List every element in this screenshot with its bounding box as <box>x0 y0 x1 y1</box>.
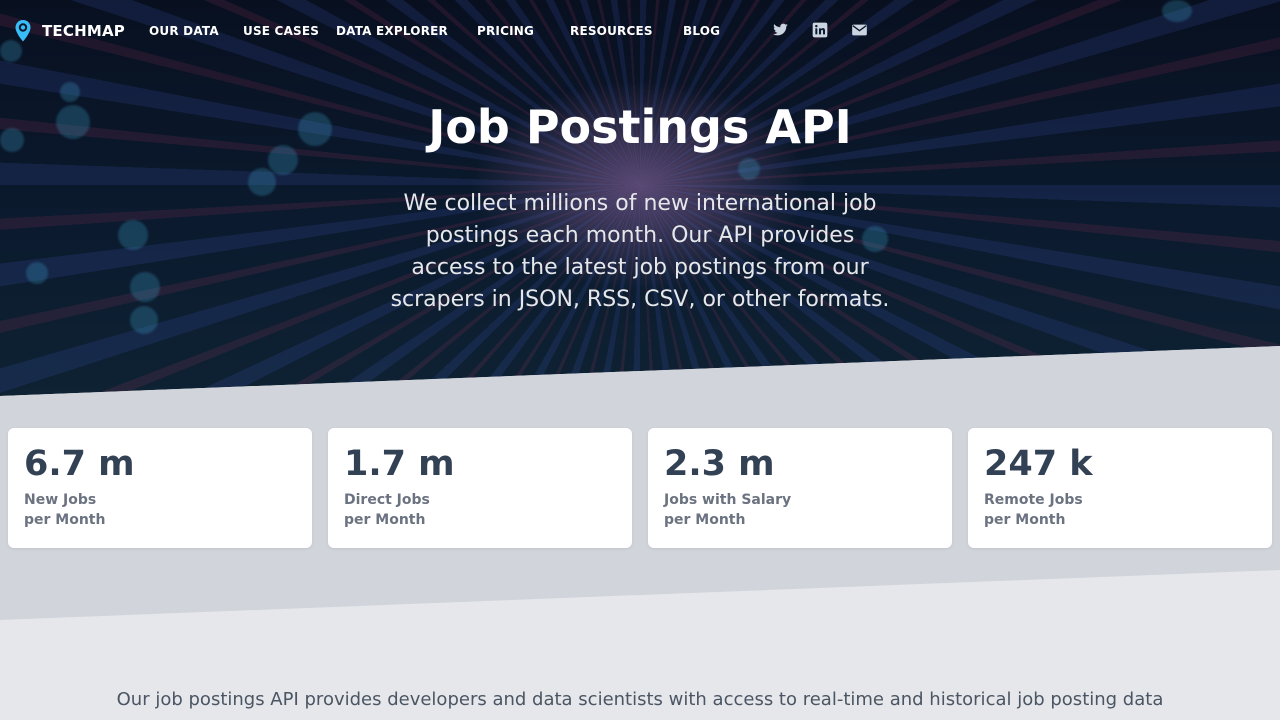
stat-label-period: per Month <box>984 512 1066 528</box>
brand-name: TECHMAP <box>42 22 125 40</box>
stat-label: New Jobs <box>24 492 97 508</box>
twitter-icon[interactable] <box>772 22 789 38</box>
stat-card-direct-jobs: 1.7 m Direct Jobs per Month <box>328 428 632 548</box>
page-title: Job Postings API <box>428 100 852 154</box>
stat-label-period: per Month <box>344 512 426 528</box>
nav-link-blog[interactable]: BLOG <box>683 24 720 38</box>
map-pin-icon <box>15 20 31 42</box>
stat-value: 1.7 m <box>344 444 455 484</box>
stat-label: Jobs with Salary <box>664 492 792 508</box>
nav-link-our-data[interactable]: OUR DATA <box>149 24 219 38</box>
nav-link-pricing[interactable]: PRICING <box>477 24 534 38</box>
top-navigation: TECHMAP OUR DATA USE CASES DATA EXPLORER… <box>0 0 1280 62</box>
email-icon[interactable] <box>851 22 868 38</box>
techmap-logo[interactable]: TECHMAP <box>14 19 125 43</box>
stat-label-period: per Month <box>664 512 746 528</box>
stat-value: 2.3 m <box>664 444 775 484</box>
nav-link-resources[interactable]: RESOURCES <box>570 24 653 38</box>
nav-link-use-cases[interactable]: USE CASES <box>243 24 319 38</box>
nav-link-data-explorer[interactable]: DATA EXPLORER <box>336 24 448 38</box>
stat-label-period: per Month <box>24 512 106 528</box>
stat-label: Direct Jobs <box>344 492 430 508</box>
hero-subtitle: We collect millions of new international… <box>390 191 890 312</box>
stat-value: 6.7 m <box>24 444 135 484</box>
intro-paragraph: Our job postings API provides developers… <box>116 689 1164 710</box>
stat-value: 247 k <box>984 444 1093 484</box>
stat-card-remote-jobs: 247 k Remote Jobs per Month <box>968 428 1272 548</box>
linkedin-icon[interactable] <box>812 22 828 38</box>
stat-label: Remote Jobs <box>984 492 1083 508</box>
stat-card-jobs-with-salary: 2.3 m Jobs with Salary per Month <box>648 428 952 548</box>
stat-card-new-jobs: 6.7 m New Jobs per Month <box>8 428 312 548</box>
